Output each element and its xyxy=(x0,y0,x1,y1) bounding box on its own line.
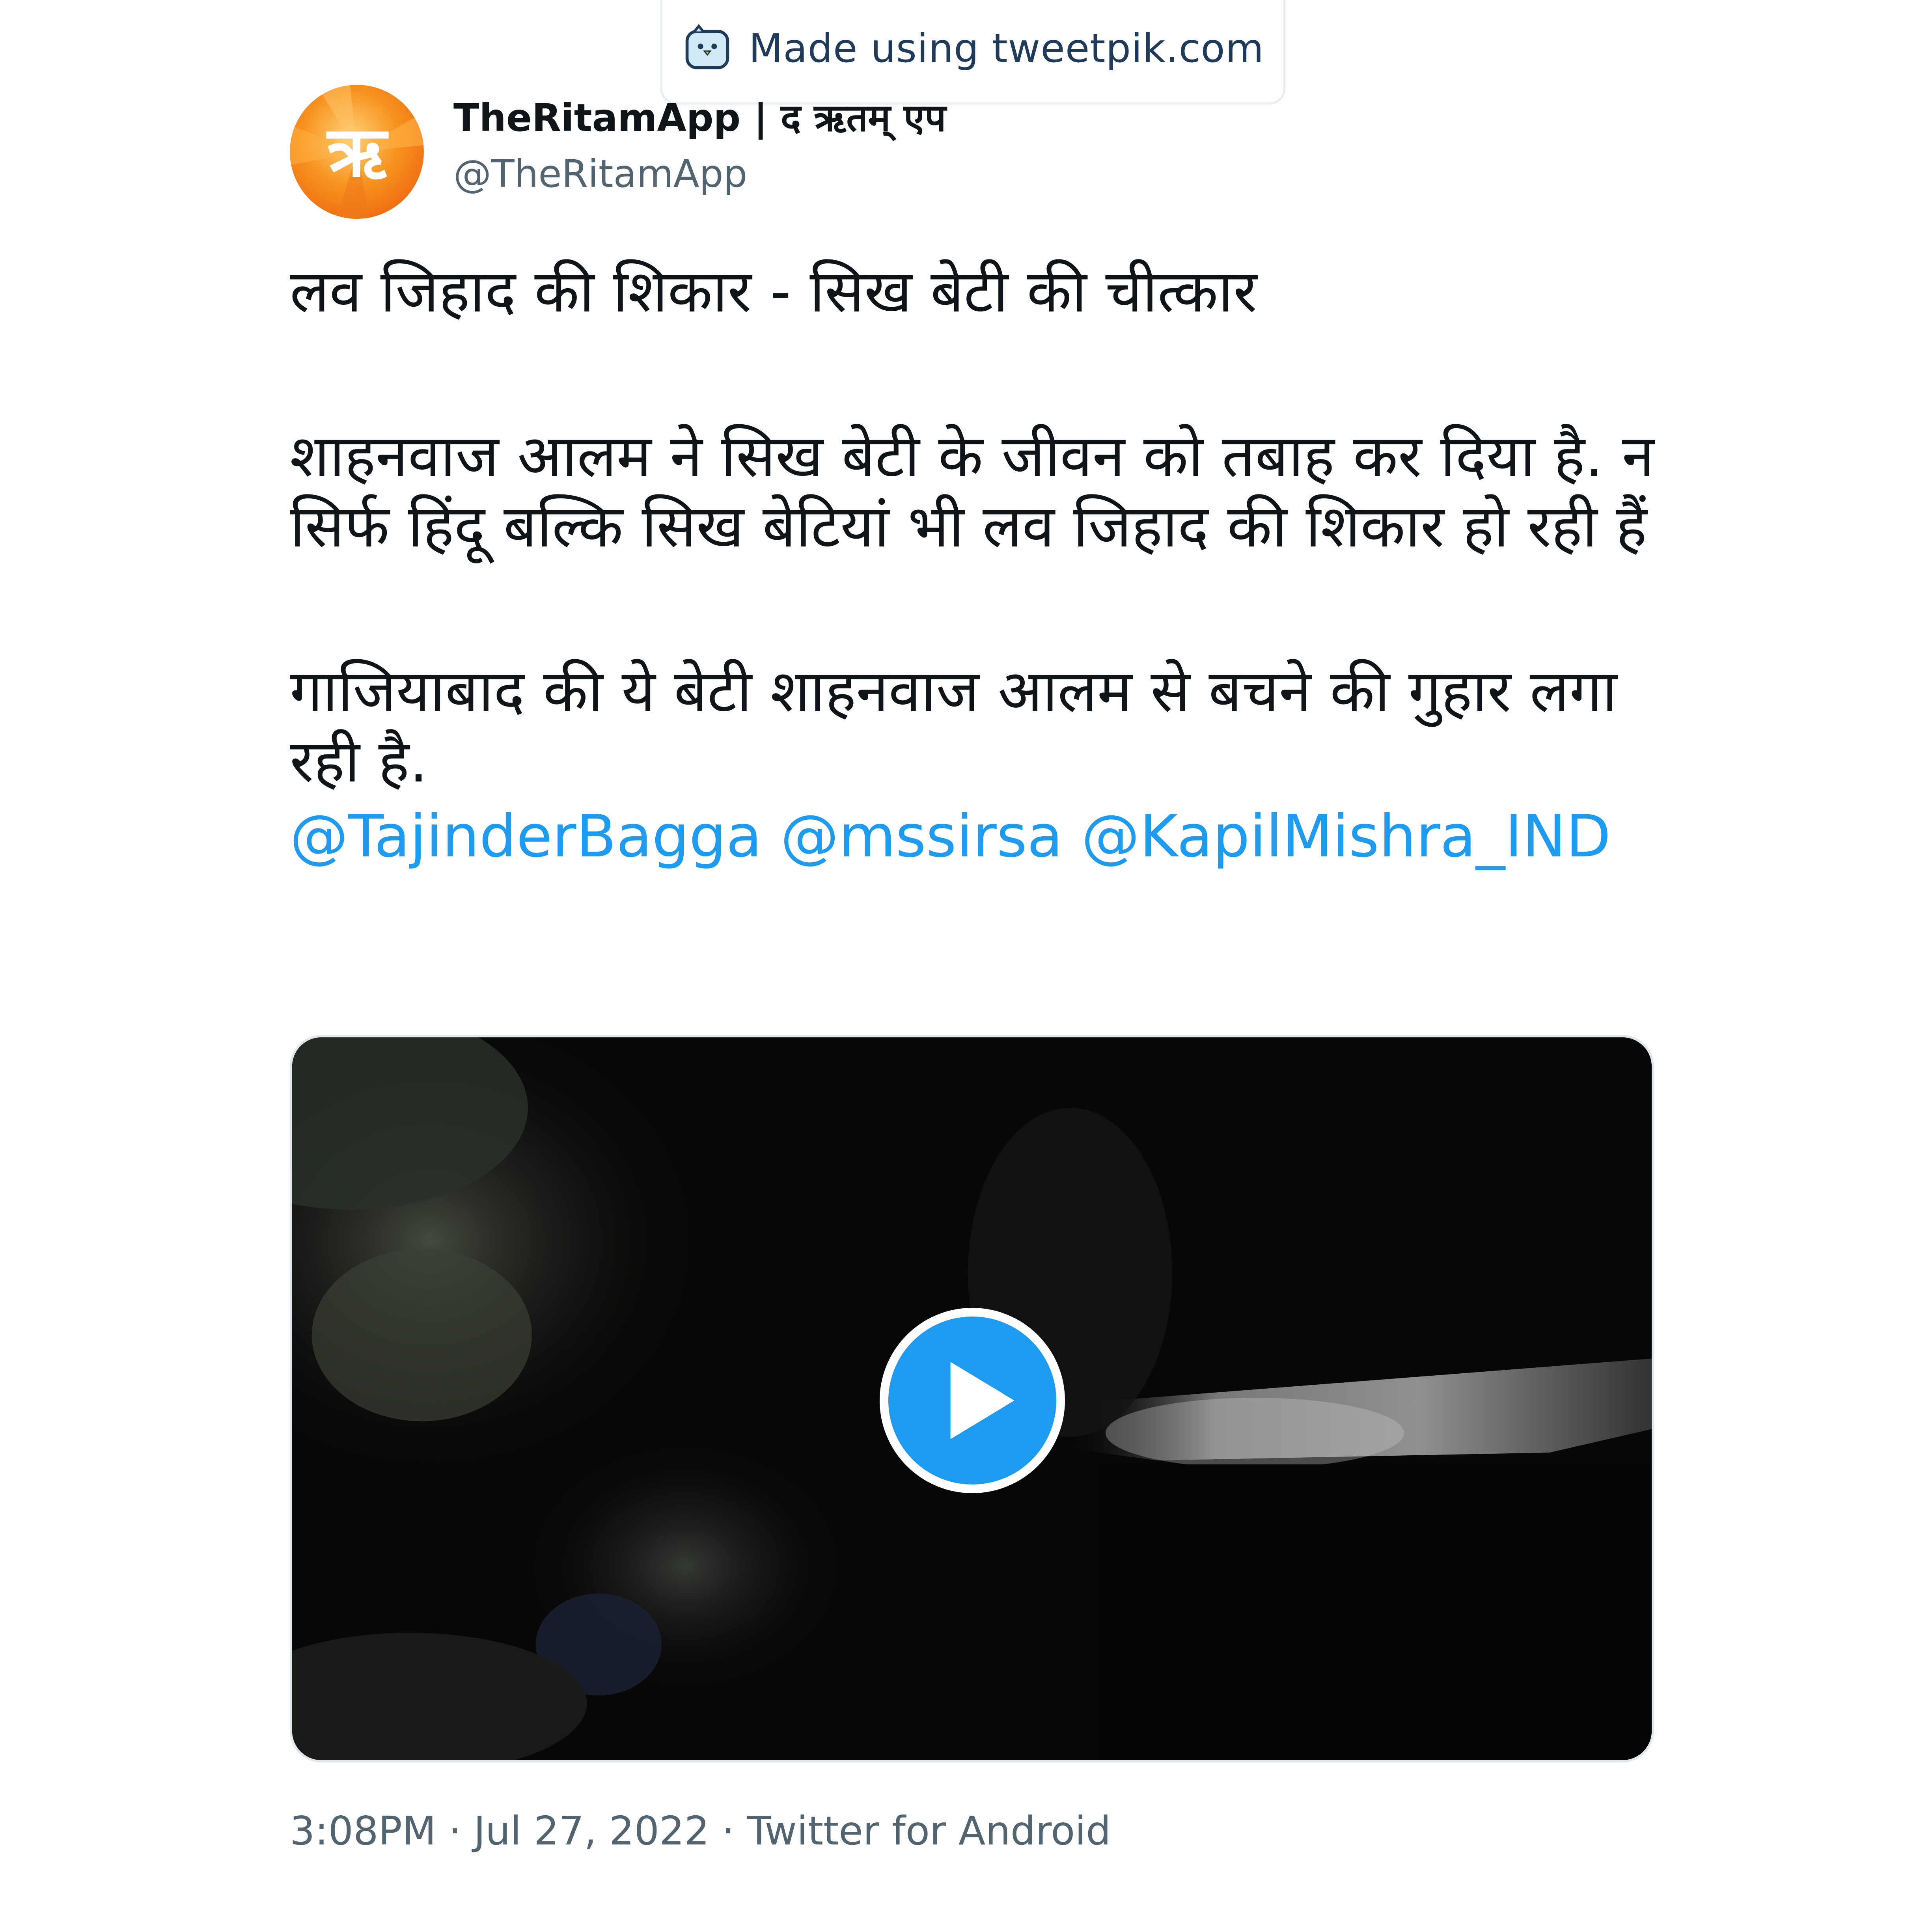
mentions: @TajinderBagga @mssirsa @KapilMishra_IND xyxy=(290,801,1686,871)
avatar-letter: ऋ xyxy=(326,111,389,192)
bird-face-icon xyxy=(685,24,729,69)
separator: · xyxy=(722,1808,735,1854)
mention-link[interactable]: @KapilMishra_IND xyxy=(1082,802,1611,870)
tweet-text: लव जिहाद की शिकार - सिख बेटी की चीत्कार … xyxy=(290,256,1686,871)
mention-link[interactable]: @mssirsa xyxy=(780,802,1063,870)
video-player[interactable] xyxy=(290,1035,1654,1762)
tweet-paragraph: लव जिहाद की शिकार - सिख बेटी की चीत्कार xyxy=(290,257,1257,325)
tweetpik-watermark[interactable]: Made using tweetpik.com xyxy=(660,0,1285,104)
watermark-text: Made using tweetpik.com xyxy=(748,25,1264,71)
tweet-time[interactable]: 3:08PM xyxy=(290,1808,436,1854)
author-handle[interactable]: @TheRitamApp xyxy=(453,152,747,196)
separator: · xyxy=(448,1808,461,1854)
tweet-paragraph: शाहनवाज आलम ने सिख बेटी के जीवन को तबाह … xyxy=(290,422,1654,560)
tweet-paragraph: गाजियाबाद की ये बेटी शाहनवाज आलम से बचने… xyxy=(290,657,1617,795)
avatar[interactable]: ऋ xyxy=(290,85,424,219)
play-button[interactable] xyxy=(880,1308,1065,1493)
tweet-metadata: 3:08PM · Jul 27, 2022 · Twitter for Andr… xyxy=(290,1808,1111,1854)
tweet-source[interactable]: Twitter for Android xyxy=(747,1808,1111,1854)
mention-link[interactable]: @TajinderBagga xyxy=(290,802,762,870)
play-icon xyxy=(950,1362,1014,1439)
author-name[interactable]: TheRitamApp | द ऋतम् एप xyxy=(453,91,946,142)
tweet-date[interactable]: Jul 27, 2022 xyxy=(474,1808,710,1854)
